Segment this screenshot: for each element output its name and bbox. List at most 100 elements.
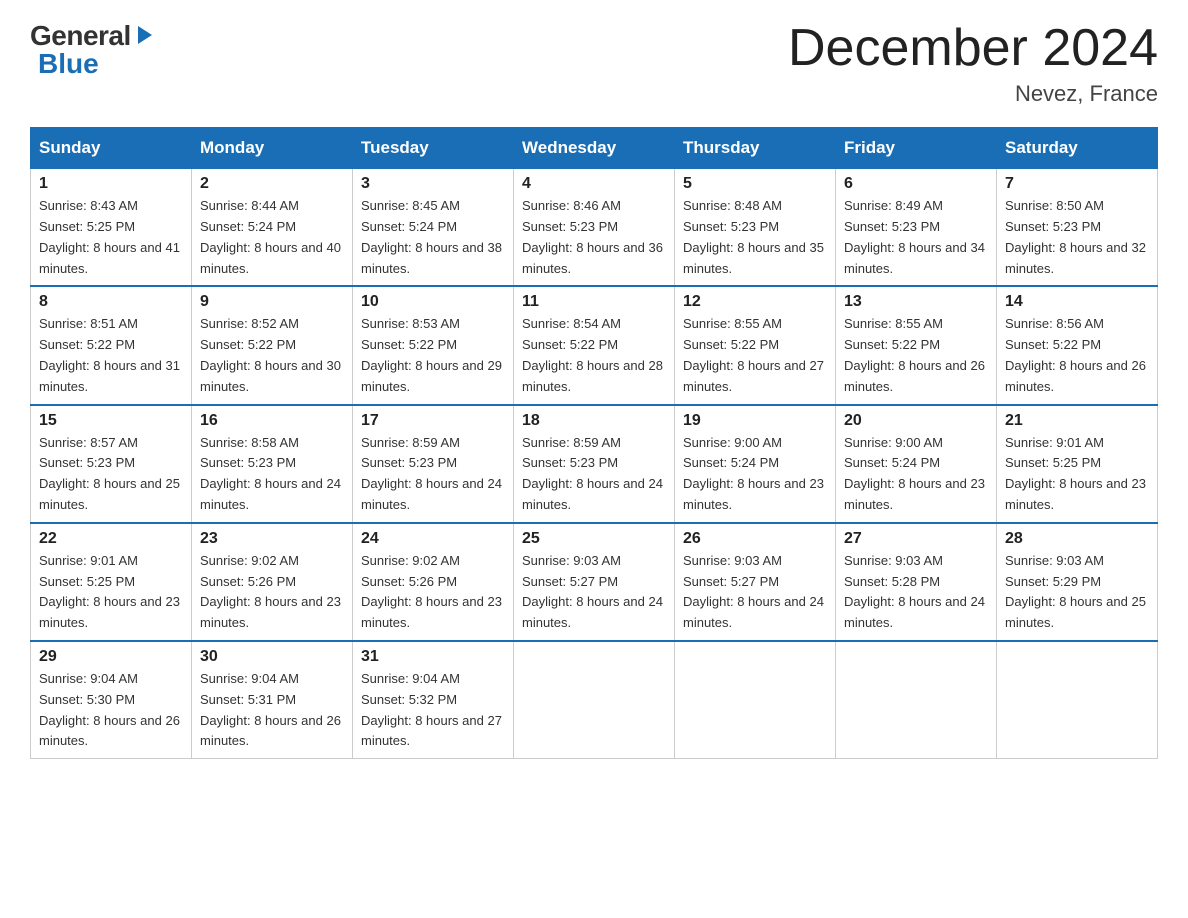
day-number: 27	[844, 530, 988, 548]
calendar-cell: 25 Sunrise: 9:03 AM Sunset: 5:27 PM Dayl…	[514, 523, 675, 641]
day-info: Sunrise: 8:45 AM Sunset: 5:24 PM Dayligh…	[361, 196, 505, 279]
day-number: 7	[1005, 175, 1149, 193]
calendar-title: December 2024	[788, 20, 1158, 77]
day-number: 15	[39, 412, 183, 430]
day-number: 18	[522, 412, 666, 430]
calendar-week-row-5: 29 Sunrise: 9:04 AM Sunset: 5:30 PM Dayl…	[31, 641, 1158, 759]
day-number: 2	[200, 175, 344, 193]
day-number: 26	[683, 530, 827, 548]
day-number: 16	[200, 412, 344, 430]
day-info: Sunrise: 9:01 AM Sunset: 5:25 PM Dayligh…	[39, 551, 183, 634]
day-info: Sunrise: 9:02 AM Sunset: 5:26 PM Dayligh…	[200, 551, 344, 634]
calendar-cell: 29 Sunrise: 9:04 AM Sunset: 5:30 PM Dayl…	[31, 641, 192, 759]
logo-arrow-icon	[134, 24, 156, 51]
calendar-cell: 4 Sunrise: 8:46 AM Sunset: 5:23 PM Dayli…	[514, 169, 675, 287]
calendar-cell: 3 Sunrise: 8:45 AM Sunset: 5:24 PM Dayli…	[353, 169, 514, 287]
day-number: 20	[844, 412, 988, 430]
day-number: 14	[1005, 293, 1149, 311]
calendar-cell: 8 Sunrise: 8:51 AM Sunset: 5:22 PM Dayli…	[31, 286, 192, 404]
day-number: 29	[39, 648, 183, 666]
day-info: Sunrise: 9:01 AM Sunset: 5:25 PM Dayligh…	[1005, 433, 1149, 516]
calendar-cell: 5 Sunrise: 8:48 AM Sunset: 5:23 PM Dayli…	[675, 169, 836, 287]
day-info: Sunrise: 8:59 AM Sunset: 5:23 PM Dayligh…	[361, 433, 505, 516]
day-number: 4	[522, 175, 666, 193]
calendar-table: Sunday Monday Tuesday Wednesday Thursday…	[30, 127, 1158, 759]
day-info: Sunrise: 9:00 AM Sunset: 5:24 PM Dayligh…	[844, 433, 988, 516]
header-saturday: Saturday	[997, 128, 1158, 169]
calendar-cell	[836, 641, 997, 759]
day-info: Sunrise: 8:53 AM Sunset: 5:22 PM Dayligh…	[361, 314, 505, 397]
day-number: 9	[200, 293, 344, 311]
calendar-cell: 26 Sunrise: 9:03 AM Sunset: 5:27 PM Dayl…	[675, 523, 836, 641]
calendar-cell: 15 Sunrise: 8:57 AM Sunset: 5:23 PM Dayl…	[31, 405, 192, 523]
calendar-cell	[514, 641, 675, 759]
calendar-subtitle: Nevez, France	[788, 81, 1158, 107]
day-info: Sunrise: 8:49 AM Sunset: 5:23 PM Dayligh…	[844, 196, 988, 279]
weekday-header-row: Sunday Monday Tuesday Wednesday Thursday…	[31, 128, 1158, 169]
header-thursday: Thursday	[675, 128, 836, 169]
calendar-cell: 20 Sunrise: 9:00 AM Sunset: 5:24 PM Dayl…	[836, 405, 997, 523]
calendar-week-row-2: 8 Sunrise: 8:51 AM Sunset: 5:22 PM Dayli…	[31, 286, 1158, 404]
day-info: Sunrise: 9:04 AM Sunset: 5:30 PM Dayligh…	[39, 669, 183, 752]
calendar-cell: 23 Sunrise: 9:02 AM Sunset: 5:26 PM Dayl…	[192, 523, 353, 641]
day-number: 25	[522, 530, 666, 548]
calendar-cell: 10 Sunrise: 8:53 AM Sunset: 5:22 PM Dayl…	[353, 286, 514, 404]
day-number: 6	[844, 175, 988, 193]
calendar-cell: 16 Sunrise: 8:58 AM Sunset: 5:23 PM Dayl…	[192, 405, 353, 523]
day-info: Sunrise: 8:51 AM Sunset: 5:22 PM Dayligh…	[39, 314, 183, 397]
day-number: 12	[683, 293, 827, 311]
calendar-cell: 13 Sunrise: 8:55 AM Sunset: 5:22 PM Dayl…	[836, 286, 997, 404]
logo-blue-text: Blue	[38, 48, 99, 80]
day-number: 13	[844, 293, 988, 311]
day-info: Sunrise: 8:54 AM Sunset: 5:22 PM Dayligh…	[522, 314, 666, 397]
day-number: 23	[200, 530, 344, 548]
calendar-cell	[997, 641, 1158, 759]
title-area: December 2024 Nevez, France	[788, 20, 1158, 107]
calendar-cell	[675, 641, 836, 759]
day-info: Sunrise: 9:03 AM Sunset: 5:27 PM Dayligh…	[522, 551, 666, 634]
day-info: Sunrise: 9:04 AM Sunset: 5:31 PM Dayligh…	[200, 669, 344, 752]
header-sunday: Sunday	[31, 128, 192, 169]
day-number: 11	[522, 293, 666, 311]
day-info: Sunrise: 9:03 AM Sunset: 5:27 PM Dayligh…	[683, 551, 827, 634]
calendar-cell: 9 Sunrise: 8:52 AM Sunset: 5:22 PM Dayli…	[192, 286, 353, 404]
calendar-cell: 22 Sunrise: 9:01 AM Sunset: 5:25 PM Dayl…	[31, 523, 192, 641]
day-info: Sunrise: 9:03 AM Sunset: 5:28 PM Dayligh…	[844, 551, 988, 634]
day-number: 30	[200, 648, 344, 666]
day-info: Sunrise: 8:46 AM Sunset: 5:23 PM Dayligh…	[522, 196, 666, 279]
day-info: Sunrise: 8:48 AM Sunset: 5:23 PM Dayligh…	[683, 196, 827, 279]
calendar-cell: 27 Sunrise: 9:03 AM Sunset: 5:28 PM Dayl…	[836, 523, 997, 641]
day-info: Sunrise: 8:55 AM Sunset: 5:22 PM Dayligh…	[844, 314, 988, 397]
day-info: Sunrise: 8:50 AM Sunset: 5:23 PM Dayligh…	[1005, 196, 1149, 279]
day-info: Sunrise: 8:56 AM Sunset: 5:22 PM Dayligh…	[1005, 314, 1149, 397]
header-wednesday: Wednesday	[514, 128, 675, 169]
header-friday: Friday	[836, 128, 997, 169]
day-number: 19	[683, 412, 827, 430]
day-info: Sunrise: 8:52 AM Sunset: 5:22 PM Dayligh…	[200, 314, 344, 397]
header-tuesday: Tuesday	[353, 128, 514, 169]
calendar-cell: 1 Sunrise: 8:43 AM Sunset: 5:25 PM Dayli…	[31, 169, 192, 287]
calendar-cell: 18 Sunrise: 8:59 AM Sunset: 5:23 PM Dayl…	[514, 405, 675, 523]
day-number: 10	[361, 293, 505, 311]
day-number: 5	[683, 175, 827, 193]
calendar-cell: 17 Sunrise: 8:59 AM Sunset: 5:23 PM Dayl…	[353, 405, 514, 523]
day-info: Sunrise: 9:03 AM Sunset: 5:29 PM Dayligh…	[1005, 551, 1149, 634]
calendar-cell: 24 Sunrise: 9:02 AM Sunset: 5:26 PM Dayl…	[353, 523, 514, 641]
calendar-week-row-4: 22 Sunrise: 9:01 AM Sunset: 5:25 PM Dayl…	[31, 523, 1158, 641]
day-number: 24	[361, 530, 505, 548]
calendar-cell: 31 Sunrise: 9:04 AM Sunset: 5:32 PM Dayl…	[353, 641, 514, 759]
calendar-cell: 6 Sunrise: 8:49 AM Sunset: 5:23 PM Dayli…	[836, 169, 997, 287]
header-monday: Monday	[192, 128, 353, 169]
day-number: 31	[361, 648, 505, 666]
calendar-week-row-3: 15 Sunrise: 8:57 AM Sunset: 5:23 PM Dayl…	[31, 405, 1158, 523]
day-number: 21	[1005, 412, 1149, 430]
logo: General Blue	[30, 20, 156, 80]
page-header: General Blue December 2024 Nevez, France	[30, 20, 1158, 107]
day-number: 8	[39, 293, 183, 311]
day-info: Sunrise: 8:43 AM Sunset: 5:25 PM Dayligh…	[39, 196, 183, 279]
calendar-cell: 12 Sunrise: 8:55 AM Sunset: 5:22 PM Dayl…	[675, 286, 836, 404]
day-info: Sunrise: 9:04 AM Sunset: 5:32 PM Dayligh…	[361, 669, 505, 752]
day-info: Sunrise: 9:02 AM Sunset: 5:26 PM Dayligh…	[361, 551, 505, 634]
calendar-cell: 2 Sunrise: 8:44 AM Sunset: 5:24 PM Dayli…	[192, 169, 353, 287]
calendar-cell: 21 Sunrise: 9:01 AM Sunset: 5:25 PM Dayl…	[997, 405, 1158, 523]
